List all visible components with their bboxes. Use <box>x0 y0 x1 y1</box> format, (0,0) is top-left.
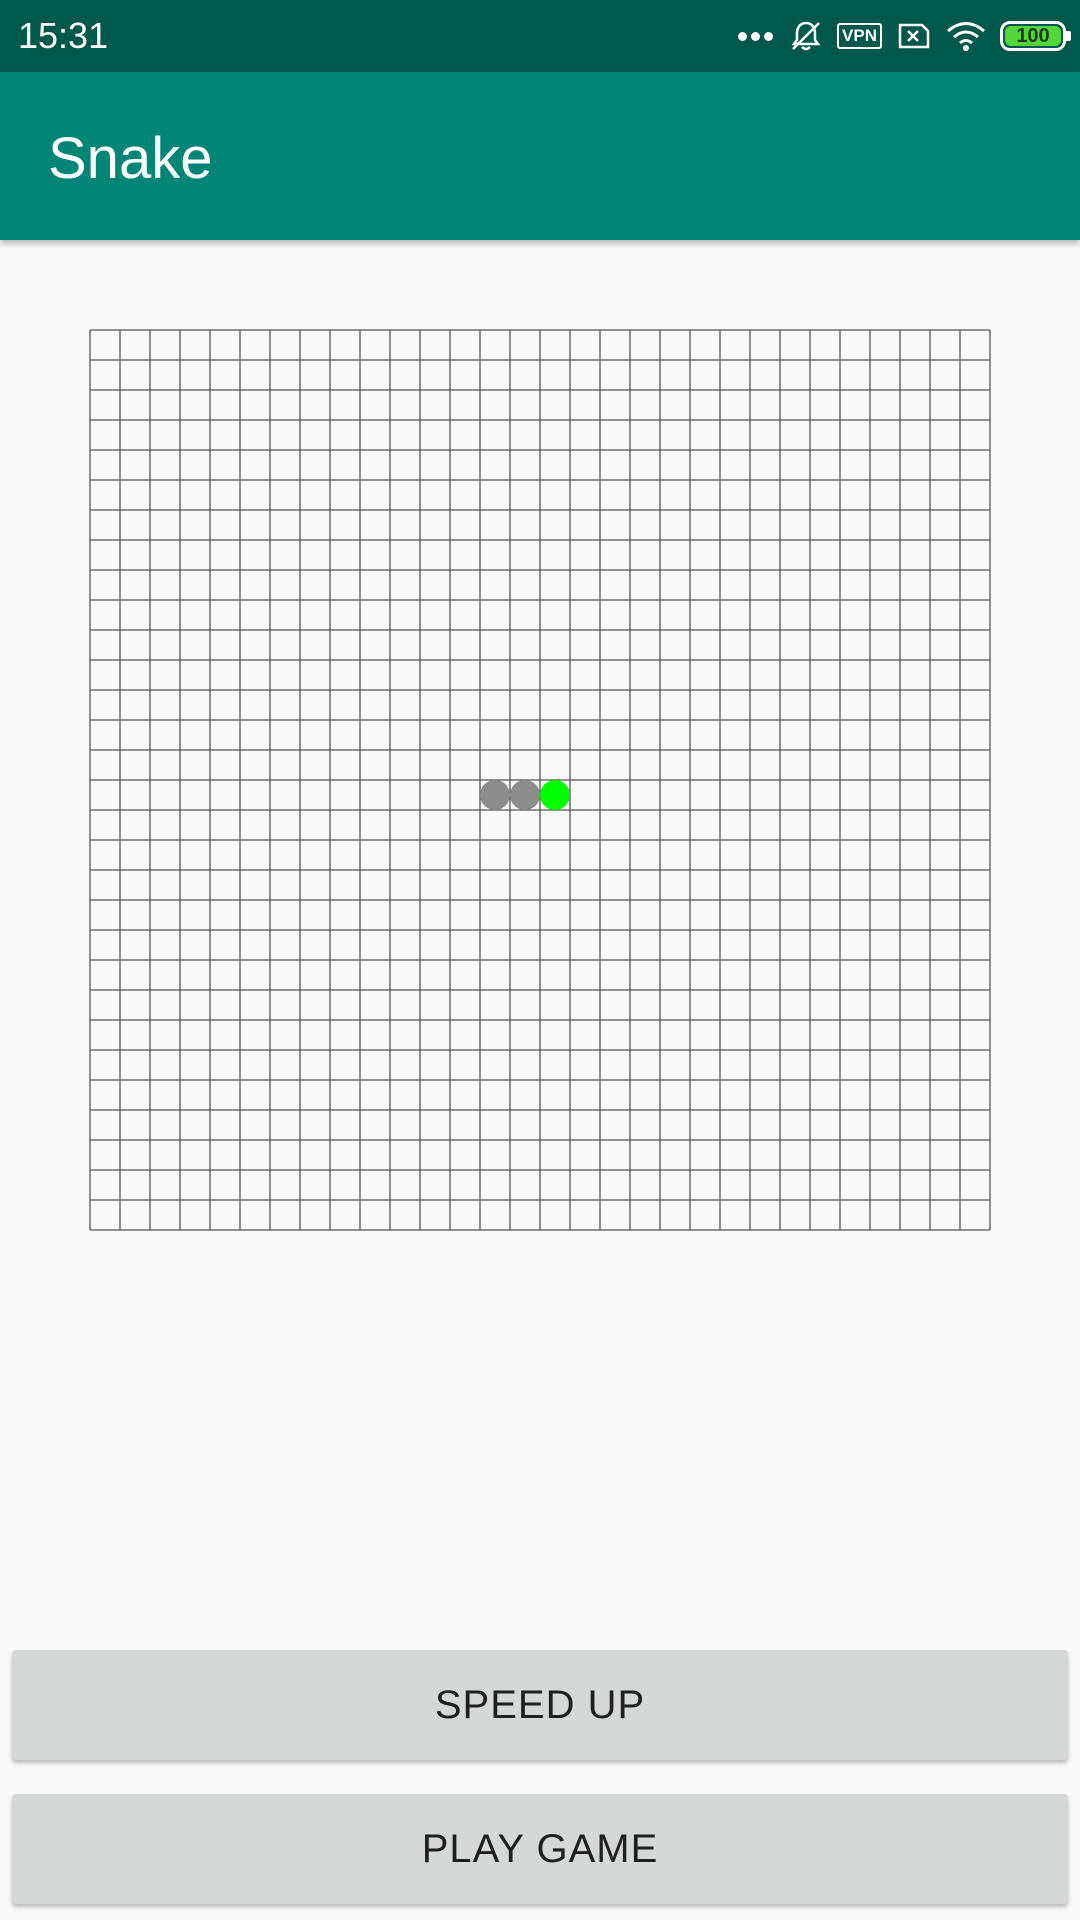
battery-icon: 100 <box>1000 21 1071 51</box>
battery-level: 100 <box>1016 25 1050 47</box>
more-dots-icon <box>736 31 775 41</box>
app-title: Snake <box>48 126 213 191</box>
snake-head <box>540 780 570 810</box>
status-icons: VPN 100 <box>722 14 1071 58</box>
game-board[interactable] <box>89 329 991 1231</box>
status-bar: 15:31 VPN 100 <box>0 0 1080 72</box>
app-bar: Snake <box>0 72 1080 240</box>
snake-body-segment <box>480 780 510 810</box>
play-game-button[interactable]: PLAY GAME <box>12 1794 1068 1904</box>
mute-bell-icon <box>791 21 821 51</box>
speed-up-button[interactable]: SPEED UP <box>12 1650 1068 1760</box>
snake-body-segment <box>510 780 540 810</box>
vpn-icon: VPN <box>837 23 882 49</box>
game-grid[interactable] <box>89 329 991 1231</box>
sim-x-icon <box>898 23 930 49</box>
status-time: 15:31 <box>18 15 109 56</box>
wifi-icon <box>947 22 985 51</box>
